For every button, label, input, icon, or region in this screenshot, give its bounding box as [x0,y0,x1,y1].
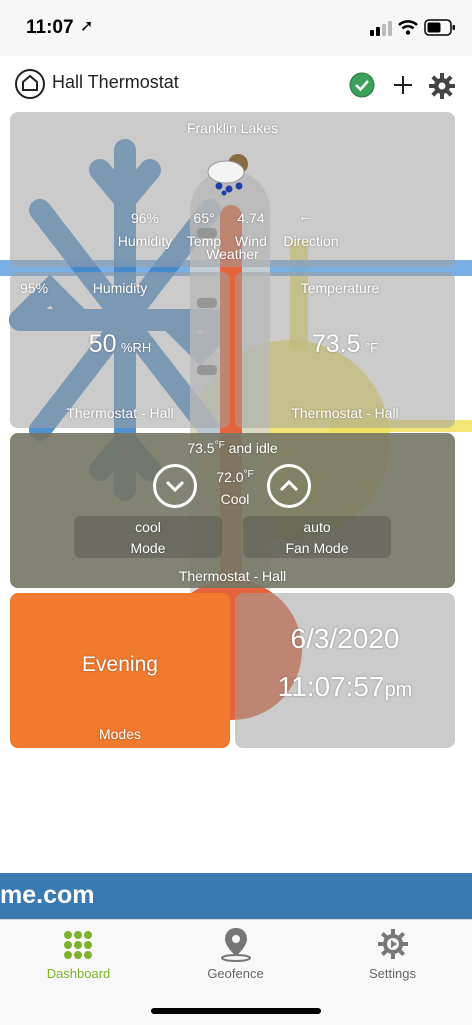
humidity-footer: Thermostat - Hall [66,405,174,421]
battery-icon [424,19,455,36]
thermostat-control-tile[interactable]: 73.5°F and idle 72.0°F Cool cool Mode au… [10,433,455,588]
tab-settings-label: Settings [369,966,416,981]
weather-location: Franklin Lakes [186,120,279,136]
weather-humidity-value: 96% [130,210,160,226]
setpoint-down-button[interactable] [153,464,197,508]
clock-ampm: pm [384,679,413,701]
cellular-signal-icon [370,21,392,36]
humidity-value: 50 [88,330,117,358]
tab-geofence-label: Geofence [207,966,264,981]
status-time: 11:07 [26,17,74,38]
thermostat-current-temp: 73.5 [187,440,215,456]
thermostat-status-text: and idle [228,440,278,456]
weather-wind-value: 4.74 [237,210,265,226]
home-logo-icon[interactable] [14,68,46,100]
weather-tile[interactable]: Franklin Lakes 96% Humidity 65° Temp 4.7… [10,112,455,267]
thermostat-mode-label: Cool [220,491,250,507]
location-pin-icon [221,928,251,962]
fan-mode-selector[interactable]: auto Fan Mode [243,516,391,558]
setpoint-value: 72.0 [216,469,244,485]
wifi-icon [398,20,418,35]
mode-selector[interactable]: cool Mode [74,516,222,558]
add-icon[interactable] [391,73,415,97]
banner-text: me.com [0,881,95,909]
temperature-footer: Thermostat - Hall [291,405,399,421]
location-arrow-icon: ➚ [80,18,94,35]
check-status-icon[interactable] [349,72,375,98]
chevron-up-icon [279,479,299,492]
gear-icon[interactable] [428,72,456,100]
tab-dashboard[interactable]: Dashboard [0,920,157,1000]
app-header: Hall Thermostat [0,56,472,110]
mode-value: cool [135,519,161,535]
home-indicator[interactable] [151,1008,321,1014]
fan-mode-caption: Fan Mode [285,540,349,556]
setpoint-up-button[interactable] [267,464,311,508]
weather-tile-label: Weather [206,246,259,262]
humidity-unit: %RH [120,340,152,355]
thermostat-current-unit: °F [214,440,225,451]
humidity-tile[interactable]: 95% Humidity 50 %RH Thermostat - Hall [10,272,230,428]
tab-settings[interactable]: Settings [314,920,471,1000]
mode-name: Evening [82,653,158,676]
page-title: Hall Thermostat [52,72,179,92]
weather-temp-value: 65° [193,210,215,226]
temperature-tile[interactable]: Temperature 73.5 °F Thermostat - Hall [235,272,455,428]
tab-geofence[interactable]: Geofence [157,920,314,1000]
clock-date: 6/3/2020 [290,623,400,654]
dashboard-grid-icon [64,931,92,959]
modes-tile[interactable]: Evening Modes [10,593,230,748]
chevron-down-icon [165,480,185,493]
clock-time: 11:07:57 [277,671,385,702]
rain-cloud-icon [207,154,248,196]
fan-mode-value: auto [303,519,331,535]
ad-banner[interactable]: me.com [0,873,472,919]
temperature-unit: °F [364,340,379,355]
humidity-title: Humidity [92,280,148,296]
gear-icon [378,929,408,959]
mode-caption: Mode [130,540,166,556]
thermostat-footer: Thermostat - Hall [178,568,287,584]
setpoint-unit: °F [243,469,254,480]
modes-footer: Modes [98,726,142,742]
clock-tile: 6/3/2020 11:07:57pm [235,593,455,748]
status-bar: 11:07 ➚ [0,0,472,56]
wind-direction-arrow-icon: ← [298,208,312,224]
temperature-value: 73.5 [311,330,361,358]
temperature-title: Temperature [300,280,380,296]
tab-dashboard-label: Dashboard [46,966,111,981]
